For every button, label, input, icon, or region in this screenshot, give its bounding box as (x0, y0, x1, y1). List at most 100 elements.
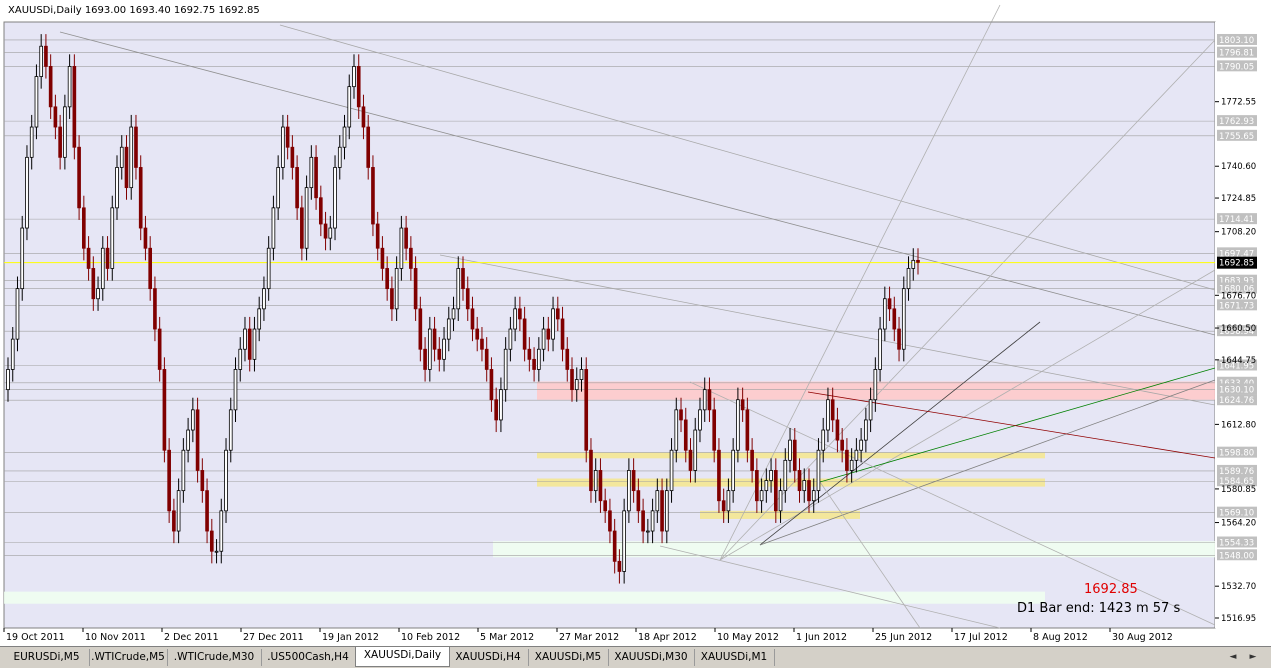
candle-body-17 (86, 247, 91, 269)
candle-body-19 (96, 288, 100, 300)
candle-body-192 (916, 259, 920, 263)
tab-us500cash-h4[interactable]: .US500Cash,H4 (261, 649, 356, 666)
candle-body-178 (849, 459, 854, 471)
candle-body-159 (759, 490, 764, 502)
candle-body-15 (77, 146, 81, 209)
candle-body-75 (361, 106, 366, 128)
tab-wticrude-m30[interactable]: .WTICrude,M30 (167, 649, 262, 666)
candle-body-45 (219, 510, 224, 552)
candle-body-172 (821, 429, 826, 451)
candle-body-63 (304, 187, 309, 249)
candle-body-16 (82, 207, 86, 249)
candle-body-155 (740, 399, 745, 411)
tab-scroll-right-icon[interactable]: ► (1246, 650, 1260, 664)
candle-body-20 (100, 247, 105, 290)
level-label-18: 1569.10 (1219, 509, 1254, 519)
price-chart[interactable]: 1803.10 1796.81 1790.05 1762.93 1755.65 1714.… (0, 0, 1271, 646)
candle-body-23 (115, 167, 119, 209)
candle-body-179 (854, 449, 859, 461)
candle-body-121 (579, 369, 584, 380)
candle-body-103 (494, 399, 498, 421)
candle-body-78 (375, 223, 380, 249)
tab-xauusdi-daily[interactable]: XAUUSDi,Daily (355, 647, 450, 667)
tab-xauusdi-m30[interactable]: XAUUSDi,M30 (608, 649, 695, 666)
candle-body-57 (276, 167, 280, 209)
candle-body-184 (878, 328, 882, 370)
tab-eurusdi-m5[interactable]: EURUSDi,M5 (4, 649, 90, 666)
level-label-19: 1554.33 (1219, 538, 1254, 548)
candle-body-116 (555, 308, 560, 320)
x-tick-label-6: 5 Mar 2012 (480, 632, 534, 643)
candle-body-167 (797, 470, 802, 492)
candle-body-114 (546, 328, 551, 340)
candle-body-84 (404, 227, 408, 249)
candle-body-10 (53, 106, 58, 128)
candle-body-80 (385, 268, 389, 290)
candle-body-98 (470, 308, 475, 330)
candle-body-32 (157, 328, 162, 370)
tab-xauusdi-m1[interactable]: XAUUSDi,M1 (694, 649, 775, 666)
candle-body-190 (906, 268, 911, 290)
tab-scroll-left-icon[interactable]: ◄ (1226, 650, 1240, 664)
candle-body-109 (522, 318, 527, 350)
y-tick-label-1: 1740.60 (1221, 162, 1256, 172)
x-tick-label-9: 10 May 2012 (717, 632, 779, 643)
candle-body-38 (186, 429, 190, 451)
candle-body-82 (394, 268, 399, 310)
candle-body-126 (603, 500, 608, 512)
chart-header: XAUUSDi,Daily 1693.00 1693.40 1692.75 16… (8, 5, 260, 16)
candle-body-24 (119, 146, 124, 168)
candle-body-91 (437, 348, 442, 360)
candle-body-162 (773, 470, 778, 512)
candle-body-110 (527, 348, 532, 360)
candle-body-153 (731, 449, 735, 492)
candle-body-33 (162, 369, 167, 451)
candle-body-58 (281, 126, 285, 168)
candle-body-160 (764, 480, 769, 492)
candle-body-147 (702, 389, 707, 411)
candle-body-44 (214, 550, 219, 553)
candle-body-161 (769, 470, 773, 481)
candle-body-170 (811, 490, 816, 502)
candle-body-120 (574, 379, 579, 391)
candle-body-54 (262, 288, 266, 310)
candle-body-79 (380, 247, 385, 269)
level-label-13: 1630.10 (1219, 385, 1254, 395)
candle-body-185 (883, 298, 887, 330)
candle-body-144 (688, 449, 693, 471)
y-tick-label-11: 1516.95 (1221, 614, 1256, 624)
level-label-14: 1624.76 (1219, 396, 1254, 406)
bar-end-timer: D1 Bar end: 1423 m 57 s (1017, 601, 1181, 616)
candle-body-165 (788, 439, 792, 461)
candle-body-154 (736, 399, 740, 451)
candle-body-106 (508, 328, 513, 350)
x-tick-label-4: 19 Jan 2012 (322, 632, 379, 643)
candle-body-145 (693, 429, 698, 471)
candle-body-2 (15, 288, 20, 340)
candle-body-158 (755, 470, 759, 502)
candle-body-25 (124, 146, 129, 189)
candle-body-173 (826, 399, 830, 431)
candle-body-140 (669, 449, 674, 492)
candle-body-40 (195, 409, 200, 471)
candle-body-130 (622, 510, 626, 572)
candle-body-101 (484, 348, 489, 370)
tab-xauusdi-m5[interactable]: XAUUSDi,M5 (528, 649, 609, 666)
level-label-0: 1803.10 (1219, 36, 1254, 46)
candle-body-111 (532, 358, 536, 370)
x-tick-label-1: 10 Nov 2011 (85, 632, 146, 643)
candle-body-182 (868, 399, 873, 421)
candle-body-4 (25, 156, 29, 229)
candle-body-105 (503, 348, 508, 391)
candle-body-66 (318, 197, 323, 225)
candle-body-29 (143, 227, 148, 249)
x-tick-label-2: 2 Dec 2011 (164, 632, 219, 643)
x-tick-label-10: 1 Jun 2012 (796, 632, 847, 643)
candle-body-141 (674, 409, 679, 451)
candle-body-18 (91, 268, 96, 300)
candle-body-6 (34, 76, 39, 128)
tab-xauusdi-h4[interactable]: XAUUSDi,H4 (448, 649, 529, 666)
candle-body-34 (167, 449, 171, 512)
tab-wticrude-m5[interactable]: .WTICrude,M5 (89, 649, 168, 666)
x-tick-label-3: 27 Dec 2011 (243, 632, 304, 643)
